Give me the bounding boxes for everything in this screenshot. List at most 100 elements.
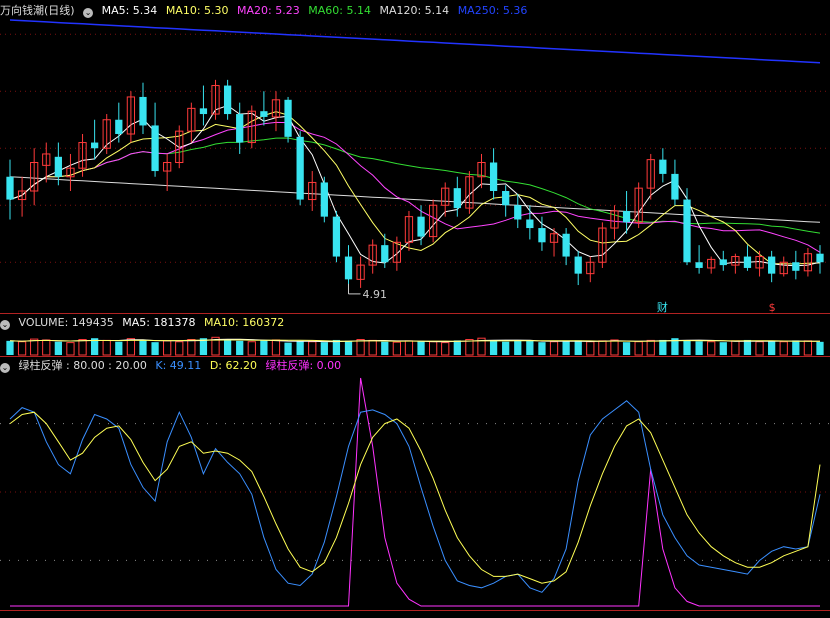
low-price-label: 4.91 (363, 288, 388, 301)
volume-bar (78, 339, 87, 356)
volume-bar (126, 338, 136, 356)
candle-body (659, 159, 667, 174)
candle-body (91, 142, 99, 149)
volume-bar (719, 342, 727, 355)
candle-body (54, 156, 62, 177)
volume-bar (236, 340, 244, 355)
candle-body (296, 136, 304, 200)
d-value: D: 62.20 (209, 359, 257, 372)
candle-body (743, 256, 752, 268)
candle-body (671, 173, 679, 200)
ma120-line (9, 176, 821, 223)
event-mark-dividend: $ (769, 301, 776, 314)
volume-bar (187, 339, 196, 356)
volume-bar (368, 339, 377, 356)
volume-bar (417, 341, 425, 355)
event-mark-finance: 财 (657, 300, 668, 314)
candle-body (768, 256, 776, 274)
volume-bar (562, 341, 570, 355)
ma60-line (9, 137, 821, 234)
d-line (9, 411, 821, 584)
volume-bar (139, 339, 147, 355)
volume-ma10: MA10: 160372 (203, 316, 285, 329)
volume-bar (779, 341, 788, 356)
candle-body (139, 96, 147, 126)
volume-bar (308, 341, 317, 356)
volume-bar (151, 342, 159, 355)
volume-bar (30, 338, 39, 356)
price-header: 万向钱潮(日线) ⌄ MA5: 5.34 MA10: 5.30 MA20: 5.… (0, 3, 532, 19)
candle-body (574, 256, 582, 274)
volume-bar (54, 341, 62, 355)
volume-ma5: MA5: 181378 (122, 316, 196, 329)
volume-bar (429, 341, 438, 356)
candle-body (538, 228, 546, 243)
volume-bar (816, 341, 824, 355)
volume-bar (441, 342, 450, 356)
candle-body (223, 85, 232, 115)
candle-body (489, 162, 498, 191)
volume-bar (549, 341, 559, 356)
volume-bar (586, 341, 595, 356)
ma60-label: MA60: 5.14 (308, 4, 371, 17)
volume-bar (634, 341, 643, 356)
volume-bar (296, 341, 304, 355)
volume-bar (743, 339, 752, 355)
k-value: K: 49.11 (155, 359, 202, 372)
candle-body (562, 233, 570, 257)
circle-chevron-down-icon[interactable]: ⌄ (83, 8, 94, 18)
ma5-label: MA5: 5.34 (101, 4, 158, 17)
volume-bar (223, 339, 232, 355)
volume-bar (646, 339, 655, 356)
candle-body (332, 216, 341, 257)
ma250-label: MA250: 5.36 (457, 4, 528, 17)
ma20-label: MA20: 5.23 (237, 4, 300, 17)
volume-bar (574, 340, 582, 355)
candle-body (719, 259, 727, 266)
candle-body (695, 262, 703, 268)
volume-bar (115, 341, 123, 355)
candle-body (526, 219, 534, 229)
indicator-header: ⌄ 绿柱反弹 : 80.00 : 20.00 K: 49.11 D: 62.20… (0, 358, 346, 374)
volume-bar (284, 342, 292, 355)
volume-bar (392, 341, 401, 356)
candle-body (381, 245, 389, 263)
volume-bar (356, 339, 365, 356)
volume-bar (66, 342, 75, 356)
volume-bar (538, 342, 546, 355)
volume-bar (526, 340, 534, 355)
volume-bar (404, 340, 414, 356)
candle-body (514, 205, 522, 220)
ma10-label: MA10: 5.30 (165, 4, 229, 17)
candle-body (453, 188, 461, 209)
volume-bar (320, 342, 328, 355)
volume-bar (344, 340, 353, 355)
candle-body (199, 108, 208, 115)
volume-bar (332, 339, 341, 355)
candle-body (792, 262, 800, 271)
volume-bar (502, 341, 510, 355)
circle-chevron-down-icon[interactable]: ⌄ (0, 363, 10, 373)
candle-body (683, 199, 691, 263)
volume-bar (17, 341, 27, 356)
volume-bar (102, 339, 111, 356)
volume-bar (381, 341, 389, 355)
volume-bar (768, 341, 776, 355)
candle-body (417, 216, 425, 237)
volume-bar (453, 340, 461, 355)
volume-bar (622, 342, 631, 355)
volume-bar (514, 339, 522, 355)
stock-chart: 4.91 财 $ (0, 19, 830, 611)
volume-bar (731, 340, 740, 356)
stock-title[interactable]: 万向钱潮(日线) (0, 4, 75, 17)
candle-body (6, 176, 14, 200)
circle-chevron-down-icon[interactable]: ⌄ (0, 320, 10, 330)
volume-bar (489, 340, 498, 355)
volume-bar (755, 341, 764, 356)
volume-bar (175, 341, 184, 356)
ma5-line (9, 104, 821, 267)
volume-bar (659, 339, 667, 355)
candle-body (816, 253, 824, 263)
indicator-title: 绿柱反弹 : 80.00 : 20.00 (18, 359, 147, 372)
candle-body (260, 111, 268, 117)
